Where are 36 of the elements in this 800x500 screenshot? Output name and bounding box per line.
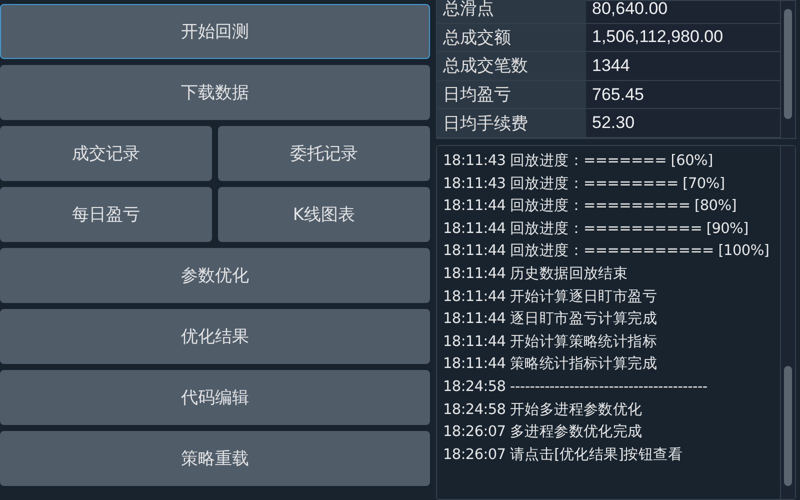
- action-button[interactable]: 成交记录: [0, 126, 212, 181]
- action-button[interactable]: 策略重载: [0, 431, 430, 486]
- table-cell-text: 1344: [591, 54, 631, 77]
- action-button[interactable]: K线图表: [218, 187, 430, 242]
- scrollbar[interactable]: [780, 1, 795, 138]
- table-cell-text: 1,506,112,980.00: [591, 26, 724, 48]
- scrollbar[interactable]: [780, 146, 795, 499]
- log-line: 18:11:44 开始计算策略统计指标: [443, 332, 658, 352]
- table-cell-text: 52.30: [591, 112, 636, 134]
- log-line: 18:11:44 回放进度：========= [80%]: [443, 196, 738, 216]
- action-button[interactable]: 参数优化: [0, 248, 430, 303]
- action-button[interactable]: 下载数据: [0, 65, 430, 120]
- log-line: 18:11:44 历史数据回放结束: [443, 264, 629, 284]
- log-line: 18:11:44 回放进度：========== [90%]: [443, 220, 750, 239]
- action-button[interactable]: 优化结果: [0, 309, 430, 364]
- action-button[interactable]: 每日盈亏: [0, 187, 212, 242]
- log-line: 18:11:44 策略统计指标计算完成: [443, 354, 658, 374]
- log-line: 18:26:07 请点击[优化结果]按钮查看: [443, 446, 684, 465]
- log-line: 18:11:44 逐日盯市盈亏计算完成: [443, 310, 658, 330]
- row-header: 总成交笔数: [437, 52, 586, 80]
- table-cell-text: 80,640.00: [591, 0, 669, 20]
- row-header: 日均盈亏: [437, 80, 586, 108]
- log-line: 18:11:44 回放进度：=========== [100%]: [443, 242, 770, 262]
- log-line: 18:11:43 回放进度：======== [70%]: [443, 174, 726, 194]
- action-button[interactable]: 代码编辑: [0, 370, 430, 425]
- action-button[interactable]: 委托记录: [218, 126, 430, 181]
- row-header: 日均手续费: [437, 109, 586, 137]
- log-line: 18:24:58 ----------------------------------------: [443, 378, 708, 397]
- row-header: 总滑点: [437, 0, 586, 23]
- log-line: 18:11:43 回放进度：======= [60%]: [443, 152, 714, 171]
- log-line: 18:24:58 开始多进程参数优化: [443, 400, 644, 420]
- row-header: 总成交额: [437, 24, 586, 52]
- table-cell-text: 765.45: [591, 84, 645, 106]
- log-line: 18:26:07 多进程参数优化完成: [443, 422, 644, 442]
- action-button[interactable]: 开始回测: [0, 4, 430, 59]
- log-line: 18:11:44 开始计算逐日盯市盈亏: [443, 288, 658, 307]
